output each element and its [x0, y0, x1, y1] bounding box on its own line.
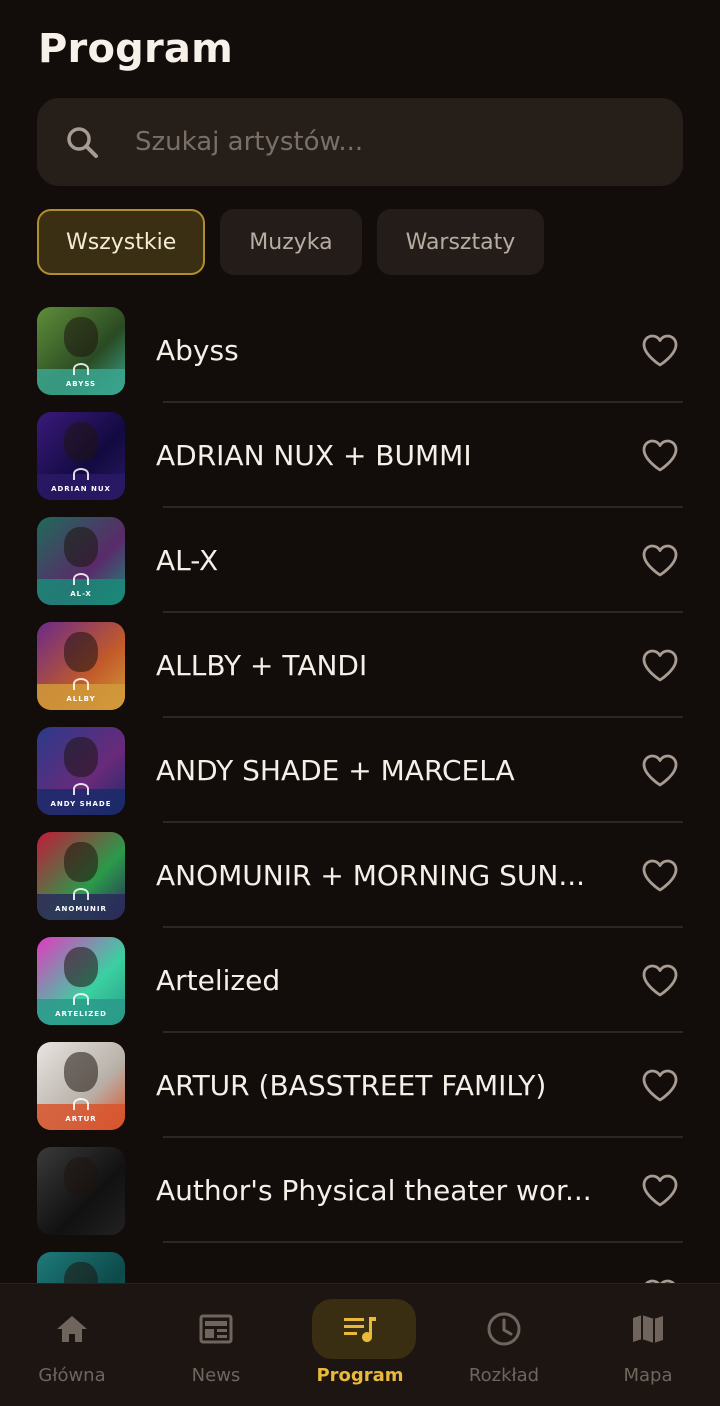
- artist-thumbnail: ADRIAN NUX: [37, 412, 125, 500]
- favorite-heart-icon[interactable]: [640, 1066, 680, 1106]
- bottom-navigation: Główna News Program Rozkład Mapa: [0, 1283, 720, 1406]
- thumbnail-label: ARTUR: [65, 1115, 97, 1123]
- artist-row[interactable]: ARTELIZED Artelized: [0, 928, 720, 1033]
- favorite-heart-icon[interactable]: [640, 856, 680, 896]
- thumbnail-label: ADRIAN NUX: [51, 485, 111, 493]
- favorite-heart-icon[interactable]: [640, 1276, 680, 1283]
- filter-chip-warsztaty[interactable]: Warsztaty: [376, 209, 545, 275]
- nav-label: Program: [316, 1365, 404, 1386]
- artist-thumbnail: ALLBY: [37, 622, 125, 710]
- artist-thumbnail: ANOMUNIR: [37, 832, 125, 920]
- artist-thumbnail: ANDY SHADE: [37, 727, 125, 815]
- favorite-heart-icon[interactable]: [640, 331, 680, 371]
- artist-name: ADRIAN NUX + BUMMI: [156, 439, 472, 472]
- map-icon: [630, 1311, 666, 1347]
- favorite-heart-icon[interactable]: [640, 436, 680, 476]
- artist-row[interactable]: Author's Physical theater wor...: [0, 1138, 720, 1243]
- home-icon: [54, 1311, 90, 1347]
- search-bar[interactable]: [37, 98, 683, 186]
- artist-row[interactable]: ARTUR ARTUR (BASSTREET FAMILY): [0, 1033, 720, 1138]
- nav-item-news[interactable]: News: [144, 1284, 288, 1406]
- artist-row[interactable]: [0, 1243, 720, 1283]
- search-input[interactable]: [135, 127, 683, 157]
- artist-thumbnail: [37, 1147, 125, 1235]
- artist-row[interactable]: ANOMUNIR ANOMUNIR + MORNING SUN...: [0, 823, 720, 928]
- artist-name: [156, 1243, 606, 1283]
- artist-name: ANDY SHADE + MARCELA: [156, 754, 515, 787]
- thumbnail-label: ANDY SHADE: [50, 800, 112, 808]
- artist-name: ALLBY + TANDI: [156, 649, 368, 682]
- search-icon: [65, 125, 99, 159]
- artist-name: Artelized: [156, 964, 281, 997]
- filter-chip-wszystkie[interactable]: Wszystkie: [37, 209, 206, 275]
- nav-item-glowna[interactable]: Główna: [0, 1284, 144, 1406]
- playlist-music-icon: [342, 1311, 378, 1347]
- artist-list: ABYSS Abyss ADRIAN NUX ADRIAN NUX + BUMMI AL…: [0, 298, 720, 1283]
- thumbnail-label: AL-X: [70, 590, 92, 598]
- nav-label: Mapa: [623, 1365, 673, 1386]
- favorite-heart-icon[interactable]: [640, 751, 680, 791]
- artist-row[interactable]: ANDY SHADE ANDY SHADE + MARCELA: [0, 718, 720, 823]
- nav-item-mapa[interactable]: Mapa: [576, 1284, 720, 1406]
- thumbnail-label: ALLBY: [66, 695, 96, 703]
- artist-thumbnail: [37, 1252, 125, 1283]
- artist-row[interactable]: ALLBY ALLBY + TANDI: [0, 613, 720, 718]
- nav-item-program[interactable]: Program: [288, 1284, 432, 1406]
- nav-label: News: [191, 1365, 241, 1386]
- page-title: Program: [38, 26, 233, 72]
- favorite-heart-icon[interactable]: [640, 646, 680, 686]
- thumbnail-label: ARTELIZED: [55, 1010, 107, 1018]
- nav-label: Rozkład: [468, 1365, 540, 1386]
- artist-thumbnail: ARTUR: [37, 1042, 125, 1130]
- artist-name: AL-X: [156, 544, 219, 577]
- artist-name: ANOMUNIR + MORNING SUN...: [156, 859, 586, 892]
- artist-thumbnail: ARTELIZED: [37, 937, 125, 1025]
- artist-name: ARTUR (BASSTREET FAMILY): [156, 1069, 547, 1102]
- thumbnail-label: ANOMUNIR: [55, 905, 107, 913]
- artist-row[interactable]: ADRIAN NUX ADRIAN NUX + BUMMI: [0, 403, 720, 508]
- artist-name: Author's Physical theater wor...: [156, 1174, 592, 1207]
- favorite-heart-icon[interactable]: [640, 541, 680, 581]
- newspaper-icon: [198, 1311, 234, 1347]
- clock-icon: [486, 1311, 522, 1347]
- nav-label: Główna: [38, 1365, 106, 1386]
- artist-name: Abyss: [156, 334, 239, 367]
- filter-chips: Wszystkie Muzyka Warsztaty: [37, 209, 545, 275]
- filter-chip-muzyka[interactable]: Muzyka: [220, 209, 362, 275]
- favorite-heart-icon[interactable]: [640, 1171, 680, 1211]
- thumbnail-label: ABYSS: [65, 380, 97, 388]
- artist-thumbnail: ABYSS: [37, 307, 125, 395]
- nav-item-rozklad[interactable]: Rozkład: [432, 1284, 576, 1406]
- favorite-heart-icon[interactable]: [640, 961, 680, 1001]
- artist-row[interactable]: ABYSS Abyss: [0, 298, 720, 403]
- artist-thumbnail: AL-X: [37, 517, 125, 605]
- artist-row[interactable]: AL-X AL-X: [0, 508, 720, 613]
